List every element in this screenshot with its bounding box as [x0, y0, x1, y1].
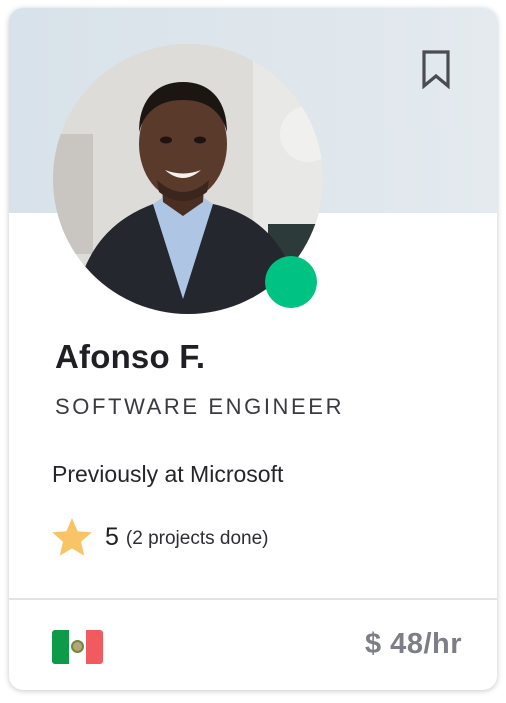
- hourly-rate: $ 48/hr: [365, 628, 462, 660]
- rating-value: 5: [105, 522, 119, 551]
- previous-employer: Previously at Microsoft: [52, 461, 284, 487]
- online-status-indicator: [265, 256, 317, 308]
- avatar-container: [53, 44, 323, 314]
- star-icon: [52, 518, 92, 556]
- mexico-flag-icon: [52, 630, 103, 664]
- projects-count: (2 projects done): [125, 527, 269, 549]
- freelancer-card[interactable]: Afonso F. SOFTWARE ENGINEER Previously a…: [9, 8, 497, 690]
- flag-band-red: [86, 630, 103, 664]
- card-divider: [9, 598, 497, 600]
- rating-row: 5 (2 projects done): [51, 513, 268, 561]
- flag-band-green: [52, 630, 69, 664]
- bookmark-icon[interactable]: [420, 49, 452, 89]
- job-title: SOFTWARE ENGINEER: [55, 394, 345, 419]
- flag-emblem: [71, 640, 84, 653]
- freelancer-name: Afonso F.: [55, 338, 206, 375]
